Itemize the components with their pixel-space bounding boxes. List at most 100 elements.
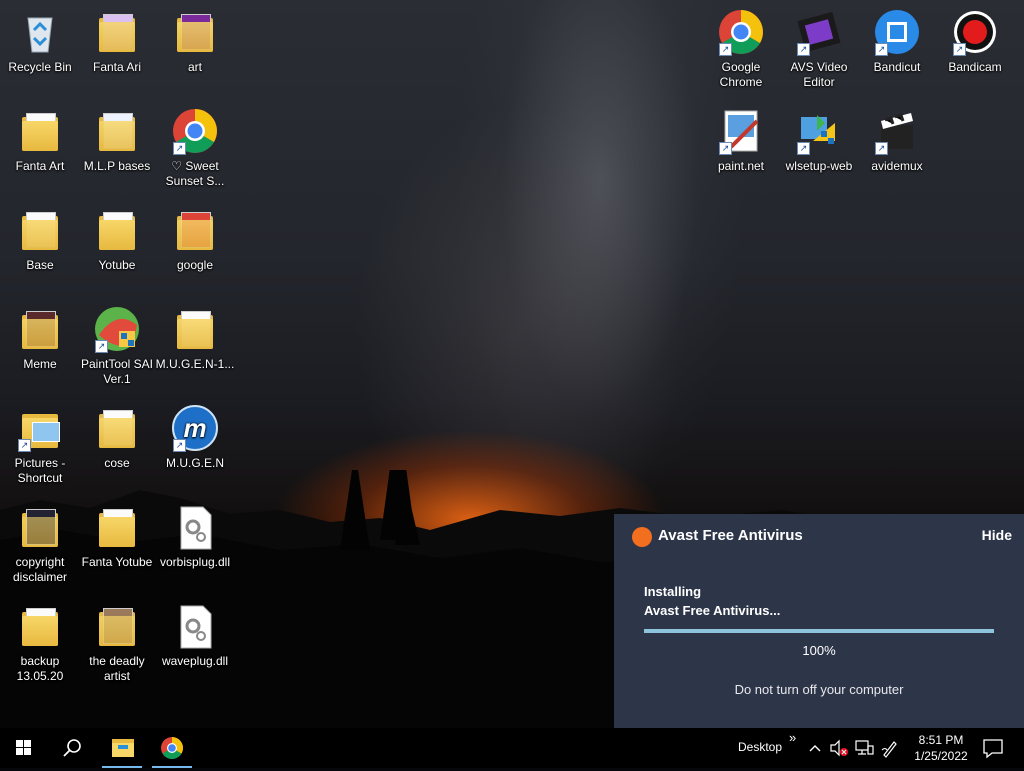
shortcut-arrow-icon: ↗	[797, 43, 810, 56]
icon-label: Google Chrome	[719, 60, 763, 89]
shortcut-arrow-icon: ↗	[719, 43, 732, 56]
desktop-icon-google-chrome[interactable]: ↗ Google Chrome	[701, 8, 781, 90]
install-status: Installing Avast Free Antivirus...	[644, 582, 780, 620]
icon-label: Recycle Bin	[8, 60, 72, 74]
desktop-icon-fanta-art[interactable]: Fanta Art	[0, 107, 80, 174]
desktop-icon-waveplug[interactable]: waveplug.dll	[155, 602, 235, 669]
icon-label: Fanta Ari	[92, 60, 142, 74]
icon-label: M.L.P bases	[83, 159, 151, 173]
desktop-toolbar-label[interactable]: Desktop	[738, 740, 782, 754]
folder-icon	[16, 107, 64, 155]
icon-label: Fanta Yotube	[81, 555, 153, 569]
desktop-icon-yotube[interactable]: Yotube	[77, 206, 157, 273]
desktop-icon-sweet-sunset[interactable]: ↗ ♡ Sweet Sunset S...	[155, 107, 235, 189]
desktop-icon-the-deadly-artist[interactable]: the deadly artist	[77, 602, 157, 684]
desktop-icon-meme[interactable]: Meme	[0, 305, 80, 372]
icon-label: M.U.G.E.N-1...	[155, 357, 235, 371]
folder-icon	[93, 602, 141, 650]
icon-label: M.U.G.E.N	[165, 456, 224, 470]
desktop-icon-cose[interactable]: cose	[77, 404, 157, 471]
shortcut-arrow-icon: ↗	[953, 43, 966, 56]
show-hidden-icons-button[interactable]	[806, 737, 824, 759]
desktop-icon-fanta-yotube[interactable]: Fanta Yotube	[77, 503, 157, 570]
icon-label: waveplug.dll	[161, 654, 229, 668]
desktop-icon-mugen-folder[interactable]: M.U.G.E.N-1...	[155, 305, 235, 372]
icon-label: Fanta Art	[15, 159, 65, 173]
avast-logo-icon	[632, 527, 652, 547]
start-button[interactable]	[0, 728, 48, 768]
shortcut-arrow-icon: ↗	[95, 340, 108, 353]
chevron-up-icon	[809, 745, 821, 752]
taskbar: Desktop » 8:51 PM 1/25/2022	[0, 728, 1024, 768]
shortcut-arrow-icon: ↗	[173, 142, 186, 155]
bandicut-icon: ↗	[873, 8, 921, 56]
network-button[interactable]	[853, 738, 875, 758]
file-explorer-button[interactable]	[98, 728, 146, 768]
desktop-icon-bandicut[interactable]: ↗ Bandicut	[857, 8, 937, 75]
icon-label: backup 13.05.20	[16, 654, 64, 683]
desktop-icon-paintnet[interactable]: ↗ paint.net	[701, 107, 781, 174]
notification-icon	[983, 739, 1003, 759]
desktop-icon-base[interactable]: Base	[0, 206, 80, 273]
folder-icon	[171, 305, 219, 353]
avs-video-editor-icon: ↗	[795, 8, 843, 56]
folder-icon	[16, 305, 64, 353]
folder-icon	[171, 8, 219, 56]
desktop-icon-bandicam[interactable]: ↗ Bandicam	[935, 8, 1015, 75]
install-status-line1: Installing	[644, 584, 702, 599]
desktop-icon-avidemux[interactable]: ↗ avidemux	[857, 107, 937, 174]
icon-label: Meme	[23, 357, 57, 371]
painttool-sai-icon: ↗	[93, 305, 141, 353]
icon-label: AVS Video Editor	[790, 60, 848, 89]
icon-label: vorbisplug.dll	[159, 555, 231, 569]
shortcut-arrow-icon: ↗	[797, 142, 810, 155]
desktop-icon-pictures-shortcut[interactable]: ↗ Pictures - Shortcut	[0, 404, 80, 486]
folder-icon: ↗	[16, 404, 64, 452]
volume-muted-icon	[830, 739, 848, 757]
avast-title: Avast Free Antivirus	[658, 527, 803, 544]
hide-button[interactable]: Hide	[982, 527, 1012, 543]
pen-workspace-button[interactable]	[879, 738, 901, 758]
icon-label: PaintTool SAI Ver.1	[80, 357, 154, 386]
install-progress-label: 100%	[802, 643, 836, 658]
search-button[interactable]	[48, 728, 96, 768]
desktop-icon-copyright-disclaimer[interactable]: copyright disclaimer	[0, 503, 80, 585]
volume-muted-button[interactable]	[828, 738, 850, 758]
desktop-icon-mugen[interactable]: m ↗ M.U.G.E.N	[155, 404, 235, 471]
dll-file-icon	[171, 503, 219, 551]
chrome-button[interactable]	[148, 728, 196, 768]
mugen-icon: m ↗	[171, 404, 219, 452]
avidemux-icon: ↗	[873, 107, 921, 155]
desktop-icon-google[interactable]: google	[155, 206, 235, 273]
shortcut-arrow-icon: ↗	[875, 142, 888, 155]
chrome-icon: ↗	[171, 107, 219, 155]
bandicam-icon: ↗	[951, 8, 999, 56]
desktop-icon-painttool-sai[interactable]: ↗ PaintTool SAI Ver.1	[77, 305, 157, 387]
icon-label: cose	[104, 456, 130, 470]
desktop-icon-art[interactable]: art	[155, 8, 235, 75]
avast-install-notification: Avast Free Antivirus Hide Installing Ava…	[614, 514, 1024, 728]
shortcut-arrow-icon: ↗	[18, 439, 31, 452]
clock-time: 8:51 PM	[918, 733, 964, 747]
pen-icon	[881, 741, 897, 758]
desktop-icon-mlp-bases[interactable]: M.L.P bases	[77, 107, 157, 174]
desktop-icon-wlsetup-web[interactable]: ↗ wlsetup-web	[779, 107, 859, 174]
install-warning: Do not turn off your computer	[734, 682, 904, 697]
folder-icon	[16, 206, 64, 254]
desktop-icon-fanta-ari[interactable]: Fanta Ari	[77, 8, 157, 75]
icon-label: copyright disclaimer	[12, 555, 67, 584]
desktop-icon-backup[interactable]: backup 13.05.20	[0, 602, 80, 684]
action-center-button[interactable]	[978, 736, 1008, 760]
shortcut-arrow-icon: ↗	[173, 439, 186, 452]
toolbar-overflow-chevron[interactable]: »	[789, 730, 796, 745]
icon-label: ♡ Sweet Sunset S...	[165, 159, 225, 188]
icon-label: avidemux	[871, 159, 923, 173]
desktop-icon-vorbisplug[interactable]: vorbisplug.dll	[155, 503, 235, 570]
clock[interactable]: 8:51 PM 1/25/2022	[903, 732, 979, 764]
icon-label: paint.net	[717, 159, 765, 173]
desktop-icon-recycle-bin[interactable]: Recycle Bin	[0, 8, 80, 75]
shortcut-arrow-icon: ↗	[875, 43, 888, 56]
folder-icon	[93, 206, 141, 254]
desktop-icon-avs-video-editor[interactable]: ↗ AVS Video Editor	[779, 8, 859, 90]
dll-file-icon	[171, 602, 219, 650]
